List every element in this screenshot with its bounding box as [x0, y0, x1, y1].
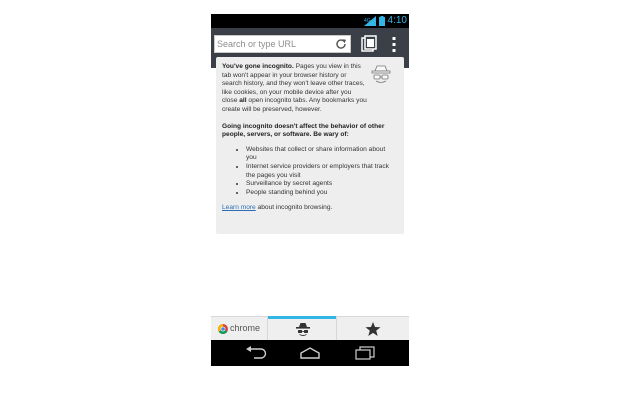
star-icon [365, 322, 381, 336]
recent-apps-icon[interactable] [354, 346, 376, 360]
warning-list: Websites that collect or share informati… [222, 146, 396, 198]
reload-icon[interactable] [334, 37, 348, 51]
phone-screen: 4G 4:10 Search or type URL You've gone i… [211, 14, 409, 366]
back-arrow-icon[interactable] [245, 346, 267, 360]
selected-tab-indicator [268, 316, 336, 319]
incognito-icon [371, 65, 391, 83]
learn-more-line: Learn more about incognito browsing. [222, 204, 396, 213]
svg-text:4G: 4G [364, 18, 371, 24]
chrome-logo-icon [218, 324, 228, 334]
omnibox[interactable] [214, 35, 351, 53]
list-item: Internet service providers or employers … [246, 163, 396, 180]
overflow-menu-icon[interactable] [389, 34, 399, 54]
status-time: 4:10 [387, 15, 407, 26]
system-nav-bar [211, 340, 409, 366]
url-input[interactable] [217, 37, 329, 51]
incognito-info-card: You've gone incognito. Pages you view in… [216, 57, 404, 234]
page-content: You've gone incognito. Pages you view in… [211, 57, 409, 316]
chrome-wordmark: chrome [230, 323, 261, 333]
bottom-tab-strip: chrome [211, 316, 409, 340]
incognito-icon [296, 323, 310, 336]
intro-heading: You've gone incognito. [222, 63, 294, 70]
list-item: People standing behind you [246, 189, 396, 198]
learn-more-tail: about incognito browsing. [255, 204, 333, 212]
status-bar: 4G 4:10 [211, 14, 409, 28]
tab-bookmarks[interactable] [337, 317, 409, 340]
tab-switcher-icon[interactable] [361, 34, 377, 54]
learn-more-link[interactable]: Learn more [222, 204, 256, 211]
tab-incognito[interactable] [267, 316, 337, 340]
intro-all: all [239, 97, 247, 105]
list-item: Surveillance by secret agents [246, 180, 396, 189]
incognito-warning: Going incognito doesn't affect the behav… [222, 122, 385, 139]
battery-icon [379, 16, 385, 26]
tab-chrome[interactable]: chrome [211, 317, 267, 340]
list-item: Websites that collect or share informati… [246, 146, 396, 163]
home-icon[interactable] [299, 346, 321, 360]
signal-icon: 4G [364, 16, 376, 26]
